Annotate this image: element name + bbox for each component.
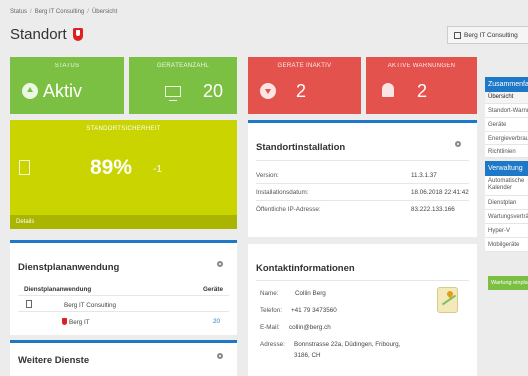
security-tile[interactable]: STANDORTSICHERHEIT 89% -1 Details [10,120,237,229]
dienstplan-panel: Dienstplananwendung Dienstplananwendung … [10,240,237,335]
contact-email[interactable]: collin@berg.ch [289,324,331,331]
sidebar-item-auto-calendar[interactable]: Automatische Kalender [485,176,528,196]
sidebar-item-warnings[interactable]: Standort-Warnungen [485,104,528,118]
device-count-header: GERÄTEANZAHL [157,63,209,69]
status-tile-value: Aktiv [43,81,83,101]
installation-row: Öffentliche IP-Adresse: 83.222.133.166 [256,206,455,213]
sidebar-item-schedule[interactable]: Dienstplan [485,196,528,210]
installation-panel: Standortinstallation Version: 11.3.1.37 I… [248,120,477,237]
arrow-up-icon [22,83,38,99]
warnings-tile[interactable]: AKTIVE WARNUNGEN 2 [366,57,477,114]
company-button[interactable]: Berg IT Consulting [447,26,528,44]
sidebar: Zusammenfassung Übersicht Standort-Warnu… [485,77,528,376]
breadcrumb: Status / Berg IT Consulting / Übersicht [10,9,118,15]
schedule-maintenance-button[interactable]: Wartung einplanen [488,276,528,290]
contact-title: Kontaktinformationen [256,263,355,274]
status-tile-header: STATUS [54,63,80,69]
sidebar-item-overview[interactable]: Übersicht [485,92,528,104]
inactive-devices-header: GERÄTE INAKTIV [277,63,332,69]
page-title-text: Standort [10,26,67,43]
dienstplan-title: Dienstplananwendung [18,262,120,273]
installation-row: Version: 11.3.1.37 [256,172,437,179]
dienstplan-group: Berg IT Consulting [64,302,117,309]
security-trend: -1 [153,164,162,175]
company-button-label: Berg IT Consulting [464,31,518,39]
other-services-panel: Weitere Dienste [10,340,237,376]
dienstplan-col-name: Dienstplananwendung [24,286,92,293]
sidebar-item-hyperv[interactable]: Hyper-V [485,224,528,238]
sidebar-item-devices[interactable]: Geräte [485,118,528,132]
breadcrumb-company[interactable]: Berg IT Consulting [35,9,85,15]
warnings-value: 2 [417,81,428,101]
contact-address-line2: 3186, CH [294,352,321,359]
page-title: Standort [10,26,83,43]
security-percent: 89% [90,156,133,179]
dienstplan-item[interactable]: Berg IT [62,318,90,326]
security-header: STANDORTSICHERHEIT [86,126,161,132]
building-icon [26,300,32,308]
status-tile[interactable]: STATUS Aktiv [10,57,124,114]
security-details-link[interactable]: Details [10,215,237,229]
gear-icon[interactable] [455,141,461,147]
contact-phone: +41 79 3473560 [291,307,337,314]
inactive-devices-tile[interactable]: GERÄTE INAKTIV 2 [248,57,361,114]
inactive-devices-value: 2 [296,81,307,101]
device-count-tile[interactable]: GERÄTEANZAHL 20 [129,57,237,114]
shield-icon [62,318,67,325]
dienstplan-item-count[interactable]: 20 [213,318,220,325]
sidebar-item-policies[interactable]: Richtlinien [485,145,528,158]
sidebar-admin-header: Verwaltung [485,161,528,176]
dienstplan-col-devices: Geräte [203,286,223,293]
installation-row: Installationsdatum: 18.06.2018 22:41:42 [256,189,469,196]
device-count-value: 20 [203,81,224,101]
other-services-title: Weitere Dienste [18,355,90,366]
contact-address: Bonnstrasse 22a, Düdingen, Fribourg, [294,341,401,348]
gear-icon[interactable] [217,353,223,359]
building-icon [454,31,461,39]
sidebar-item-mobile[interactable]: Mobilgeräte [485,238,528,252]
arrow-down-icon [260,83,276,99]
monitor-icon [165,86,181,101]
contact-name: Collin Berg [295,290,326,297]
warnings-header: AKTIVE WARNUNGEN [387,63,456,69]
shield-icon [72,28,83,41]
breadcrumb-status[interactable]: Status [10,9,27,15]
gear-icon[interactable] [217,261,223,267]
sidebar-item-contracts[interactable]: Wartungsverträge [485,210,528,224]
map-icon[interactable] [437,287,458,313]
breadcrumb-overview: Übersicht [91,9,118,15]
sidebar-item-energy[interactable]: Energieverbrauch [485,132,528,145]
sidebar-summary-header: Zusammenfassung [485,77,528,92]
document-icon [19,160,30,175]
bell-icon [382,83,394,97]
installation-title: Standortinstallation [256,142,346,153]
